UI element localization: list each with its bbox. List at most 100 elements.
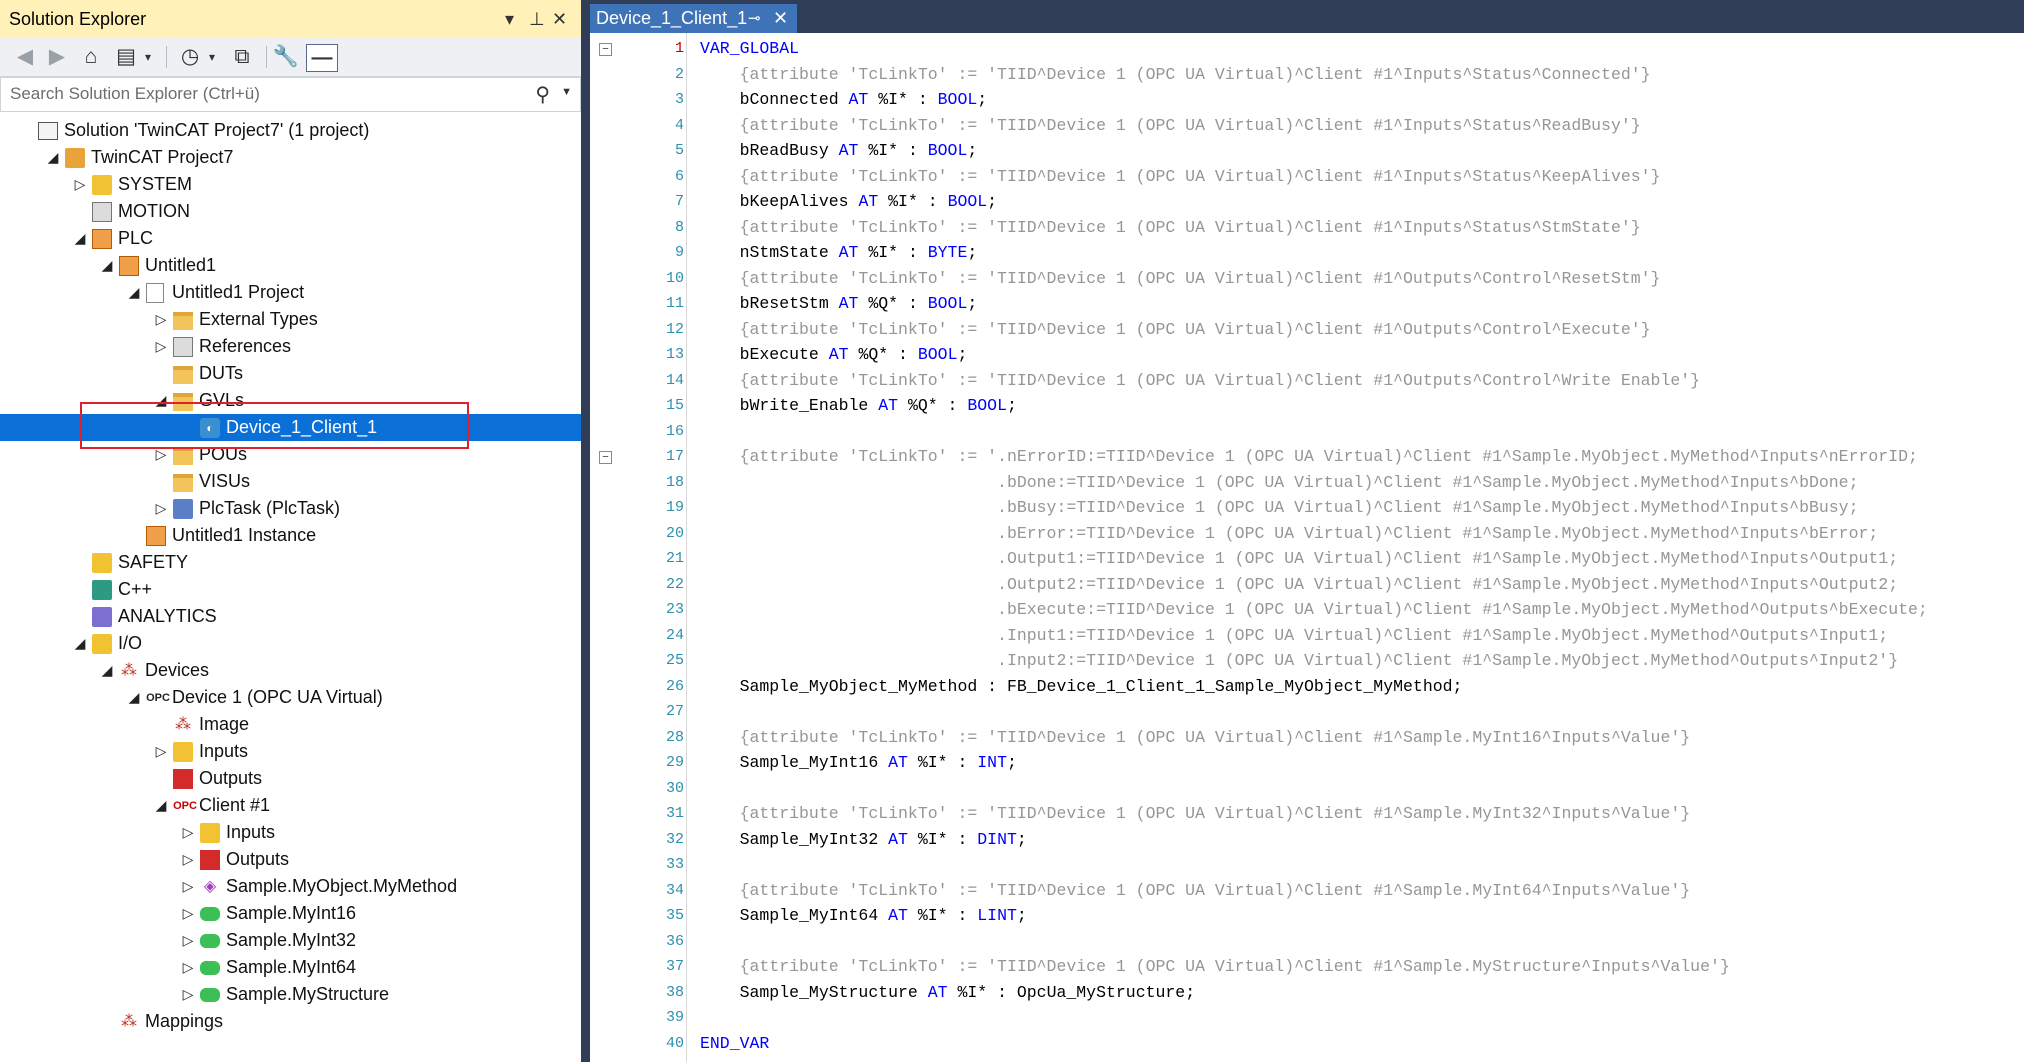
switch-views-dropdown-icon[interactable]: ▾	[141, 44, 155, 70]
expand-arrow-icon[interactable]: ▷	[154, 309, 168, 329]
code-line[interactable]: {attribute 'TcLinkTo' := 'TIID^Device 1 …	[700, 266, 1661, 292]
switch-views-icon[interactable]: ▤	[112, 44, 140, 70]
expand-arrow-icon[interactable]: ▷	[181, 984, 195, 1004]
collapse-region-icon[interactable]: −	[599, 43, 612, 56]
code-line[interactable]: {attribute 'TcLinkTo' := 'TIID^Device 1 …	[700, 62, 1651, 88]
code-line[interactable]: .Input1:=TIID^Device 1 (OPC UA Virtual)^…	[700, 623, 1888, 649]
code-line[interactable]: .bExecute:=TIID^Device 1 (OPC UA Virtual…	[700, 597, 1928, 623]
code-line[interactable]: {attribute 'TcLinkTo' := 'TIID^Device 1 …	[700, 317, 1651, 343]
close-tab-icon[interactable]: ✕	[773, 4, 788, 33]
collapse-arrow-icon[interactable]: ◢	[154, 795, 168, 815]
tree-item[interactable]: ◢ Untitled1	[0, 252, 581, 279]
expand-arrow-icon[interactable]: ▷	[181, 957, 195, 977]
code-line[interactable]: {attribute 'TcLinkTo' := 'TIID^Device 1 …	[700, 954, 1730, 980]
code-editor[interactable]: − − 1 2 3 4 5 6 7 8 9 10 11 12 13 14 15 16 17 18 19 20 21 22 23…	[590, 33, 2024, 1062]
code-line[interactable]: {attribute 'TcLinkTo' := '.nErrorID:=TII…	[700, 444, 1918, 470]
code-line[interactable]: {attribute 'TcLinkTo' := 'TIID^Device 1 …	[700, 725, 1691, 751]
expand-arrow-icon[interactable]: ▷	[181, 849, 195, 869]
code-line[interactable]: Sample_MyObject_MyMethod : FB_Device_1_C…	[700, 674, 1463, 700]
expand-arrow-icon[interactable]: ▷	[154, 336, 168, 356]
tree-item[interactable]: VISUs	[0, 468, 581, 495]
tree-item[interactable]: ▷ Inputs	[0, 819, 581, 846]
tree-item[interactable]: ◢ PLC	[0, 225, 581, 252]
tree-item[interactable]: ▷ Sample.MyInt32	[0, 927, 581, 954]
close-pane-icon[interactable]: ✕	[552, 0, 567, 38]
code-line[interactable]: bResetStm AT %Q* : BOOL;	[700, 291, 978, 317]
collapse-region-icon[interactable]: −	[599, 451, 612, 464]
forward-icon[interactable]: ▶	[44, 44, 70, 70]
tree-item[interactable]: ◢ TwinCAT Project7	[0, 144, 581, 171]
tree-item[interactable]: ▷ SYSTEM	[0, 171, 581, 198]
tree-item[interactable]: ◢ OPC Device 1 (OPC UA Virtual)	[0, 684, 581, 711]
code-line[interactable]: nStmState AT %I* : BYTE;	[700, 240, 978, 266]
code-line[interactable]: END_VAR	[700, 1031, 769, 1057]
collapse-arrow-icon[interactable]: ◢	[127, 282, 141, 302]
code-line[interactable]: {attribute 'TcLinkTo' := 'TIID^Device 1 …	[700, 368, 1700, 394]
search-options-dropdown-icon[interactable]: ▼	[561, 86, 572, 98]
code-line[interactable]: .bBusy:=TIID^Device 1 (OPC UA Virtual)^C…	[700, 495, 1858, 521]
code-line[interactable]: {attribute 'TcLinkTo' := 'TIID^Device 1 …	[700, 878, 1691, 904]
collapse-arrow-icon[interactable]: ◢	[73, 228, 87, 248]
tree-item[interactable]: Solution 'TwinCAT Project7' (1 project)	[0, 117, 581, 144]
search-icon[interactable]: ⚲	[535, 82, 550, 107]
tree-item[interactable]: ◢ OPC Client #1	[0, 792, 581, 819]
collapse-arrow-icon[interactable]: ◢	[100, 660, 114, 680]
code-line[interactable]: .bError:=TIID^Device 1 (OPC UA Virtual)^…	[700, 521, 1878, 547]
collapse-arrow-icon[interactable]: ◢	[100, 255, 114, 275]
collapse-arrow-icon[interactable]: ◢	[127, 687, 141, 707]
tree-item[interactable]: ▷ References	[0, 333, 581, 360]
tree-item[interactable]: ⁂ Image	[0, 711, 581, 738]
pending-changes-dropdown-icon[interactable]: ▾	[205, 44, 219, 70]
tab-device-1-client-1[interactable]: Device_1_Client_1 ⊸ ✕	[590, 4, 797, 33]
code-line[interactable]: Sample_MyInt64 AT %I* : LINT;	[700, 903, 1027, 929]
back-icon[interactable]: ◀	[12, 44, 38, 70]
tree-item[interactable]: ▷ PlcTask (PlcTask)	[0, 495, 581, 522]
collapse-all-icon[interactable]: ⧉	[228, 44, 256, 70]
code-line[interactable]: bKeepAlives AT %I* : BOOL;	[700, 189, 997, 215]
tree-item[interactable]: ANALYTICS	[0, 603, 581, 630]
code-line[interactable]: {attribute 'TcLinkTo' := 'TIID^Device 1 …	[700, 801, 1691, 827]
properties-wrench-icon[interactable]: 🔧	[272, 44, 300, 70]
tree-item[interactable]: MOTION	[0, 198, 581, 225]
expand-arrow-icon[interactable]: ▷	[73, 174, 87, 194]
home-icon[interactable]: ⌂	[77, 44, 105, 70]
code-line[interactable]: .Output2:=TIID^Device 1 (OPC UA Virtual)…	[700, 572, 1898, 598]
collapse-arrow-icon[interactable]: ◢	[73, 633, 87, 653]
tree-item[interactable]: C++	[0, 576, 581, 603]
code-line[interactable]: bReadBusy AT %I* : BOOL;	[700, 138, 978, 164]
expand-arrow-icon[interactable]: ▷	[154, 741, 168, 761]
auto-hide-pin-icon[interactable]: ⊥	[529, 0, 545, 38]
code-line[interactable]: .Input2:=TIID^Device 1 (OPC UA Virtual)^…	[700, 648, 1898, 674]
pane-splitter[interactable]	[581, 0, 590, 1062]
expand-arrow-icon[interactable]: ▷	[181, 930, 195, 950]
collapse-arrow-icon[interactable]: ◢	[46, 147, 60, 167]
search-solution-explorer-input[interactable]: Search Solution Explorer (Ctrl+ü) ⚲ ▼	[0, 77, 581, 112]
expand-arrow-icon[interactable]: ▷	[181, 822, 195, 842]
code-text-area[interactable]: VAR_GLOBAL {attribute 'TcLinkTo' := 'TII…	[700, 33, 2024, 1062]
tree-item[interactable]: ▷ Outputs	[0, 846, 581, 873]
tree-item[interactable]: ▷ Sample.MyInt16	[0, 900, 581, 927]
code-line[interactable]: bConnected AT %I* : BOOL;	[700, 87, 988, 113]
code-line[interactable]: bExecute AT %Q* : BOOL;	[700, 342, 968, 368]
tree-item[interactable]: ◢ Untitled1 Project	[0, 279, 581, 306]
code-line[interactable]: {attribute 'TcLinkTo' := 'TIID^Device 1 …	[700, 164, 1661, 190]
tree-item[interactable]: ⁂ Mappings	[0, 1008, 581, 1035]
code-line[interactable]: VAR_GLOBAL	[700, 36, 799, 62]
tree-item[interactable]: ▷ External Types	[0, 306, 581, 333]
code-line[interactable]: {attribute 'TcLinkTo' := 'TIID^Device 1 …	[700, 113, 1641, 139]
tree-item[interactable]: ▷ ◈ Sample.MyObject.MyMethod	[0, 873, 581, 900]
tree-item[interactable]: DUTs	[0, 360, 581, 387]
code-line[interactable]: Sample_MyStructure AT %I* : OpcUa_MyStru…	[700, 980, 1196, 1006]
tree-item[interactable]: ▷ Inputs	[0, 738, 581, 765]
code-line[interactable]: .Output1:=TIID^Device 1 (OPC UA Virtual)…	[700, 546, 1898, 572]
tree-item[interactable]: ◢ I/O	[0, 630, 581, 657]
tree-item[interactable]: SAFETY	[0, 549, 581, 576]
code-line[interactable]: bWrite_Enable AT %Q* : BOOL;	[700, 393, 1017, 419]
code-line[interactable]: .bDone:=TIID^Device 1 (OPC UA Virtual)^C…	[700, 470, 1858, 496]
tree-item[interactable]: Untitled1 Instance	[0, 522, 581, 549]
pending-changes-filter-icon[interactable]: ◷	[176, 44, 204, 70]
expand-arrow-icon[interactable]: ▷	[154, 498, 168, 518]
preview-selected-items-icon[interactable]: —	[306, 44, 338, 72]
expand-arrow-icon[interactable]: ▷	[181, 903, 195, 923]
tree-item[interactable]: ▷ Sample.MyInt64	[0, 954, 581, 981]
